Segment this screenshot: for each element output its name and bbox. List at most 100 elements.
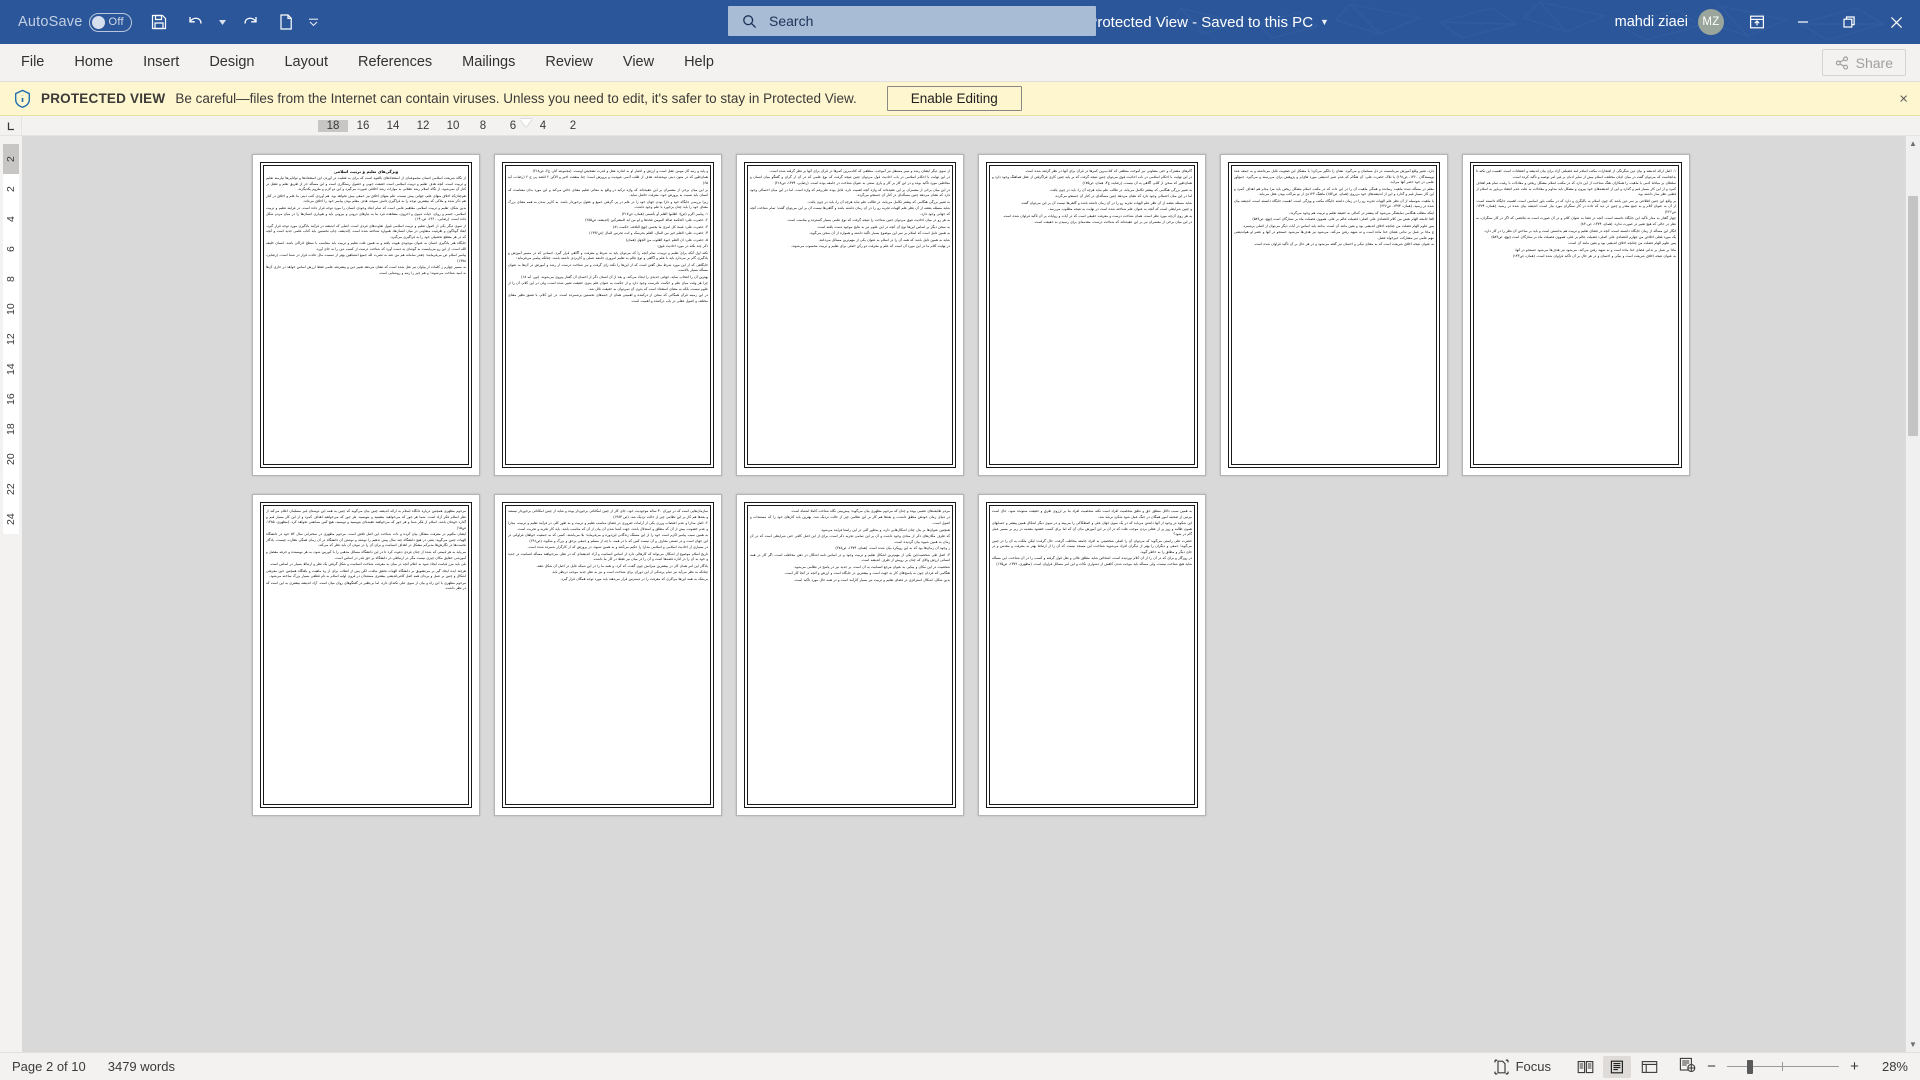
tab-design[interactable]: Design xyxy=(194,43,269,81)
autosave-control[interactable]: AutoSave Off xyxy=(10,7,140,37)
paragraph: در دنیای زمان خودش منطق داشت، و بعدها هم… xyxy=(750,515,950,526)
page-text-body: سازمان‌هایی است که در دوران ۴۰ ساله موجو… xyxy=(508,509,708,803)
paragraph: بدین شکل، اشکال استراتژی در فضای تعلیم و… xyxy=(793,577,950,582)
protected-view-message: Be careful—files from the Internet can c… xyxy=(175,91,857,106)
autosave-state-label: Off xyxy=(108,16,124,28)
document-page[interactable]: گام‌های مشترک و حتی متفاوتی نیز آموخت من… xyxy=(978,154,1206,476)
save-location-status[interactable]: Saved to this PC xyxy=(1201,14,1313,31)
save-icon[interactable] xyxy=(142,6,176,38)
autosave-toggle[interactable]: Off xyxy=(89,12,133,32)
paragraph: جایگاه هنر یادگیری انسان به عنوان موجودی… xyxy=(266,241,466,251)
restore-icon[interactable] xyxy=(1826,0,1872,44)
paragraph: این شکوه در وجود از آنها داشتن می‌باید ک… xyxy=(992,521,1192,537)
status-bar: Page 2 of 10 3479 words Focus − + 28% xyxy=(0,1052,1920,1080)
zoom-slider-thumb[interactable] xyxy=(1747,1059,1753,1074)
paragraph: به هر روی آن‌چه مورد نظر است، همان شناخت… xyxy=(1002,213,1192,218)
tab-layout[interactable]: Layout xyxy=(269,43,343,81)
document-page[interactable]: مرحوم مطهری همچنین درباره دانگاه اسلام ب… xyxy=(252,494,480,816)
web-layout-icon[interactable] xyxy=(1635,1056,1663,1078)
close-banner-icon[interactable]: × xyxy=(1899,91,1908,106)
minimize-icon[interactable] xyxy=(1780,0,1826,44)
focus-button[interactable]: Focus xyxy=(1484,1055,1561,1079)
zoom-controls: − + 28% xyxy=(1673,1057,1908,1076)
paragraph: به عنوان نتیجه اخلاق شریعت است و نیکی و … xyxy=(1512,254,1676,259)
word-count[interactable]: 3479 words xyxy=(108,1059,175,1074)
document-page[interactable]: از سوی دیگر ایشان رشد و سیر مستقل نیز آم… xyxy=(736,154,964,476)
paragraph: سازمان‌هایی است که در دوران ۴۰ ساله موجو… xyxy=(508,509,708,519)
tab-help[interactable]: Help xyxy=(669,43,729,81)
zoom-in-button[interactable]: + xyxy=(1848,1058,1861,1075)
print-layout-icon[interactable] xyxy=(1603,1055,1631,1078)
tab-insert[interactable]: Insert xyxy=(128,43,194,81)
zoom-percentage[interactable]: 28% xyxy=(1870,1059,1908,1074)
paragraph: زیرا بررسی جایگاه خود و دارا بودن جهان خ… xyxy=(508,199,708,210)
vertical-ruler[interactable]: 2 2 4 6 8 10 12 14 16 18 20 22 24 xyxy=(0,136,22,1052)
document-page[interactable]: و پایه و رتبه کار مومن عقل است و ارزش و … xyxy=(494,154,722,476)
share-icon xyxy=(1835,55,1848,70)
ruler-mark-14: 14 xyxy=(386,120,400,132)
paragraph: در نهایت کلام ما در این مورد آن است که ع… xyxy=(790,244,950,249)
autosave-toggle-knob xyxy=(92,15,106,29)
paragraph: شخصیت در این مکان و بینایی به عنوان مرجع… xyxy=(793,564,950,569)
zoom-slider[interactable] xyxy=(1727,1059,1839,1074)
horizontal-ruler-row: 18 16 14 12 10 8 6 4 2 xyxy=(0,116,1920,136)
page-text-body: مرحوم مطهری همچنین درباره دانگاه اسلام ب… xyxy=(266,509,466,803)
customize-quick-access-toolbar-icon[interactable] xyxy=(305,6,322,38)
zoom-level-icon[interactable] xyxy=(1679,1057,1696,1076)
paragraph: انگار این مسأله از زمان جایگاه دانسته اس… xyxy=(1483,228,1676,233)
paragraph: چرا هر وقت میان علم و حکمت نادرست وجود د… xyxy=(508,281,708,291)
scrollbar-thumb[interactable] xyxy=(1908,196,1918,436)
paragraph: گام‌های مشترک و حتی متفاوتی نیز آموخت من… xyxy=(1024,169,1192,173)
paragraph: ۴- حضرت علی: العلم خیر من المال، العلم ی… xyxy=(589,231,708,236)
page-indicator[interactable]: Page 2 of 10 xyxy=(12,1059,86,1074)
ribbon-tabs: File Home Insert Design Layout Reference… xyxy=(0,43,729,81)
paragraph: بی‌شک به همه این‌ها مراکزی که معرفت را د… xyxy=(560,576,708,581)
pages-scroll-area[interactable]: ویژگی‌های تعلیم و تربیت اسلامی از نگاه شر… xyxy=(22,136,1920,1052)
ribbon-display-options-icon[interactable] xyxy=(1734,0,1780,44)
document-page[interactable]: ویژگی‌های تعلیم و تربیت اسلامی از نگاه شر… xyxy=(252,154,480,476)
horizontal-ruler[interactable]: 18 16 14 12 10 8 6 4 2 xyxy=(318,116,588,136)
paragraph: به سخن دیگر بر اساس این‌ها نوع آن آنچه د… xyxy=(816,224,950,229)
vertical-scrollbar[interactable]: ▲ ▼ xyxy=(1905,136,1920,1052)
document-page[interactable]: مردم طایفه‌های عصبی بوده و چنان که مرحوم… xyxy=(736,494,964,816)
avatar[interactable]: MZ xyxy=(1698,9,1724,35)
enable-editing-button[interactable]: Enable Editing xyxy=(886,86,1022,111)
tab-view[interactable]: View xyxy=(608,43,669,81)
indent-marker-icon[interactable] xyxy=(520,119,532,127)
ruler-mark-4: 4 xyxy=(539,120,547,132)
tab-references[interactable]: References xyxy=(343,43,447,81)
ruler-mark-12: 12 xyxy=(416,120,430,132)
zoom-slider-midpoint xyxy=(1782,1061,1783,1071)
tab-mailings[interactable]: Mailings xyxy=(447,43,530,81)
chevron-down-icon[interactable]: ▼ xyxy=(1320,17,1329,27)
paragraph: به مسیر چهارم ز کلمات از پیاوان نیز نقل … xyxy=(266,265,466,276)
vertical-ruler-mark-6: 12 xyxy=(5,333,17,345)
vertical-ruler-track: 2 2 4 6 8 10 12 14 16 18 20 22 24 xyxy=(3,144,19,534)
paragraph: و چنین شرایطی است که آنچه به عنوان علم ش… xyxy=(1048,207,1192,212)
zoom-out-button[interactable]: − xyxy=(1705,1058,1718,1075)
paragraph: بر واقع این چنین اطلاعی بر سر دین باشد ک… xyxy=(1476,198,1676,214)
vertical-ruler-mark-0: 2 xyxy=(3,144,19,174)
tab-review[interactable]: Review xyxy=(530,43,608,81)
document-page[interactable]: ۱- اصل ارائه اندیشه و بیان دین شگرنگی از… xyxy=(1462,154,1690,476)
search-input[interactable]: Search xyxy=(728,6,1096,36)
tab-home[interactable]: Home xyxy=(59,43,128,81)
scroll-up-icon[interactable]: ▲ xyxy=(1906,136,1920,151)
document-page[interactable]: به همین سبب دلائل منطق حق و نطق شخصیت اف… xyxy=(978,494,1206,816)
paragraph: یا ماهیت به‌وسیله از آن نظر علم الهیات ت… xyxy=(1234,198,1434,209)
close-icon[interactable] xyxy=(1872,0,1920,44)
paragraph: بهترین آن را انتخاب نماید، جهانی جدیدی ر… xyxy=(521,274,708,279)
tab-stop-selector[interactable] xyxy=(0,116,22,136)
scroll-down-icon[interactable]: ▼ xyxy=(1906,1037,1920,1052)
print-preview-icon[interactable] xyxy=(269,6,303,38)
undo-dropdown-icon[interactable] xyxy=(214,6,231,38)
document-page[interactable]: دارد، تعبیر واقع آموزش می‌نامست در دل مس… xyxy=(1220,154,1448,476)
document-page[interactable]: سازمان‌هایی است که در دوران ۴۰ ساله موجو… xyxy=(494,494,722,816)
vertical-ruler-mark-2: 4 xyxy=(5,216,17,222)
redo-icon[interactable] xyxy=(233,6,267,38)
tab-file[interactable]: File xyxy=(6,43,59,81)
account-control[interactable]: mahdi ziaei MZ xyxy=(1603,4,1734,40)
paragraph: به هر رو در میان احادیث فوق می‌توان چنین… xyxy=(786,218,950,223)
read-mode-icon[interactable] xyxy=(1571,1056,1599,1078)
undo-icon[interactable] xyxy=(178,6,212,38)
